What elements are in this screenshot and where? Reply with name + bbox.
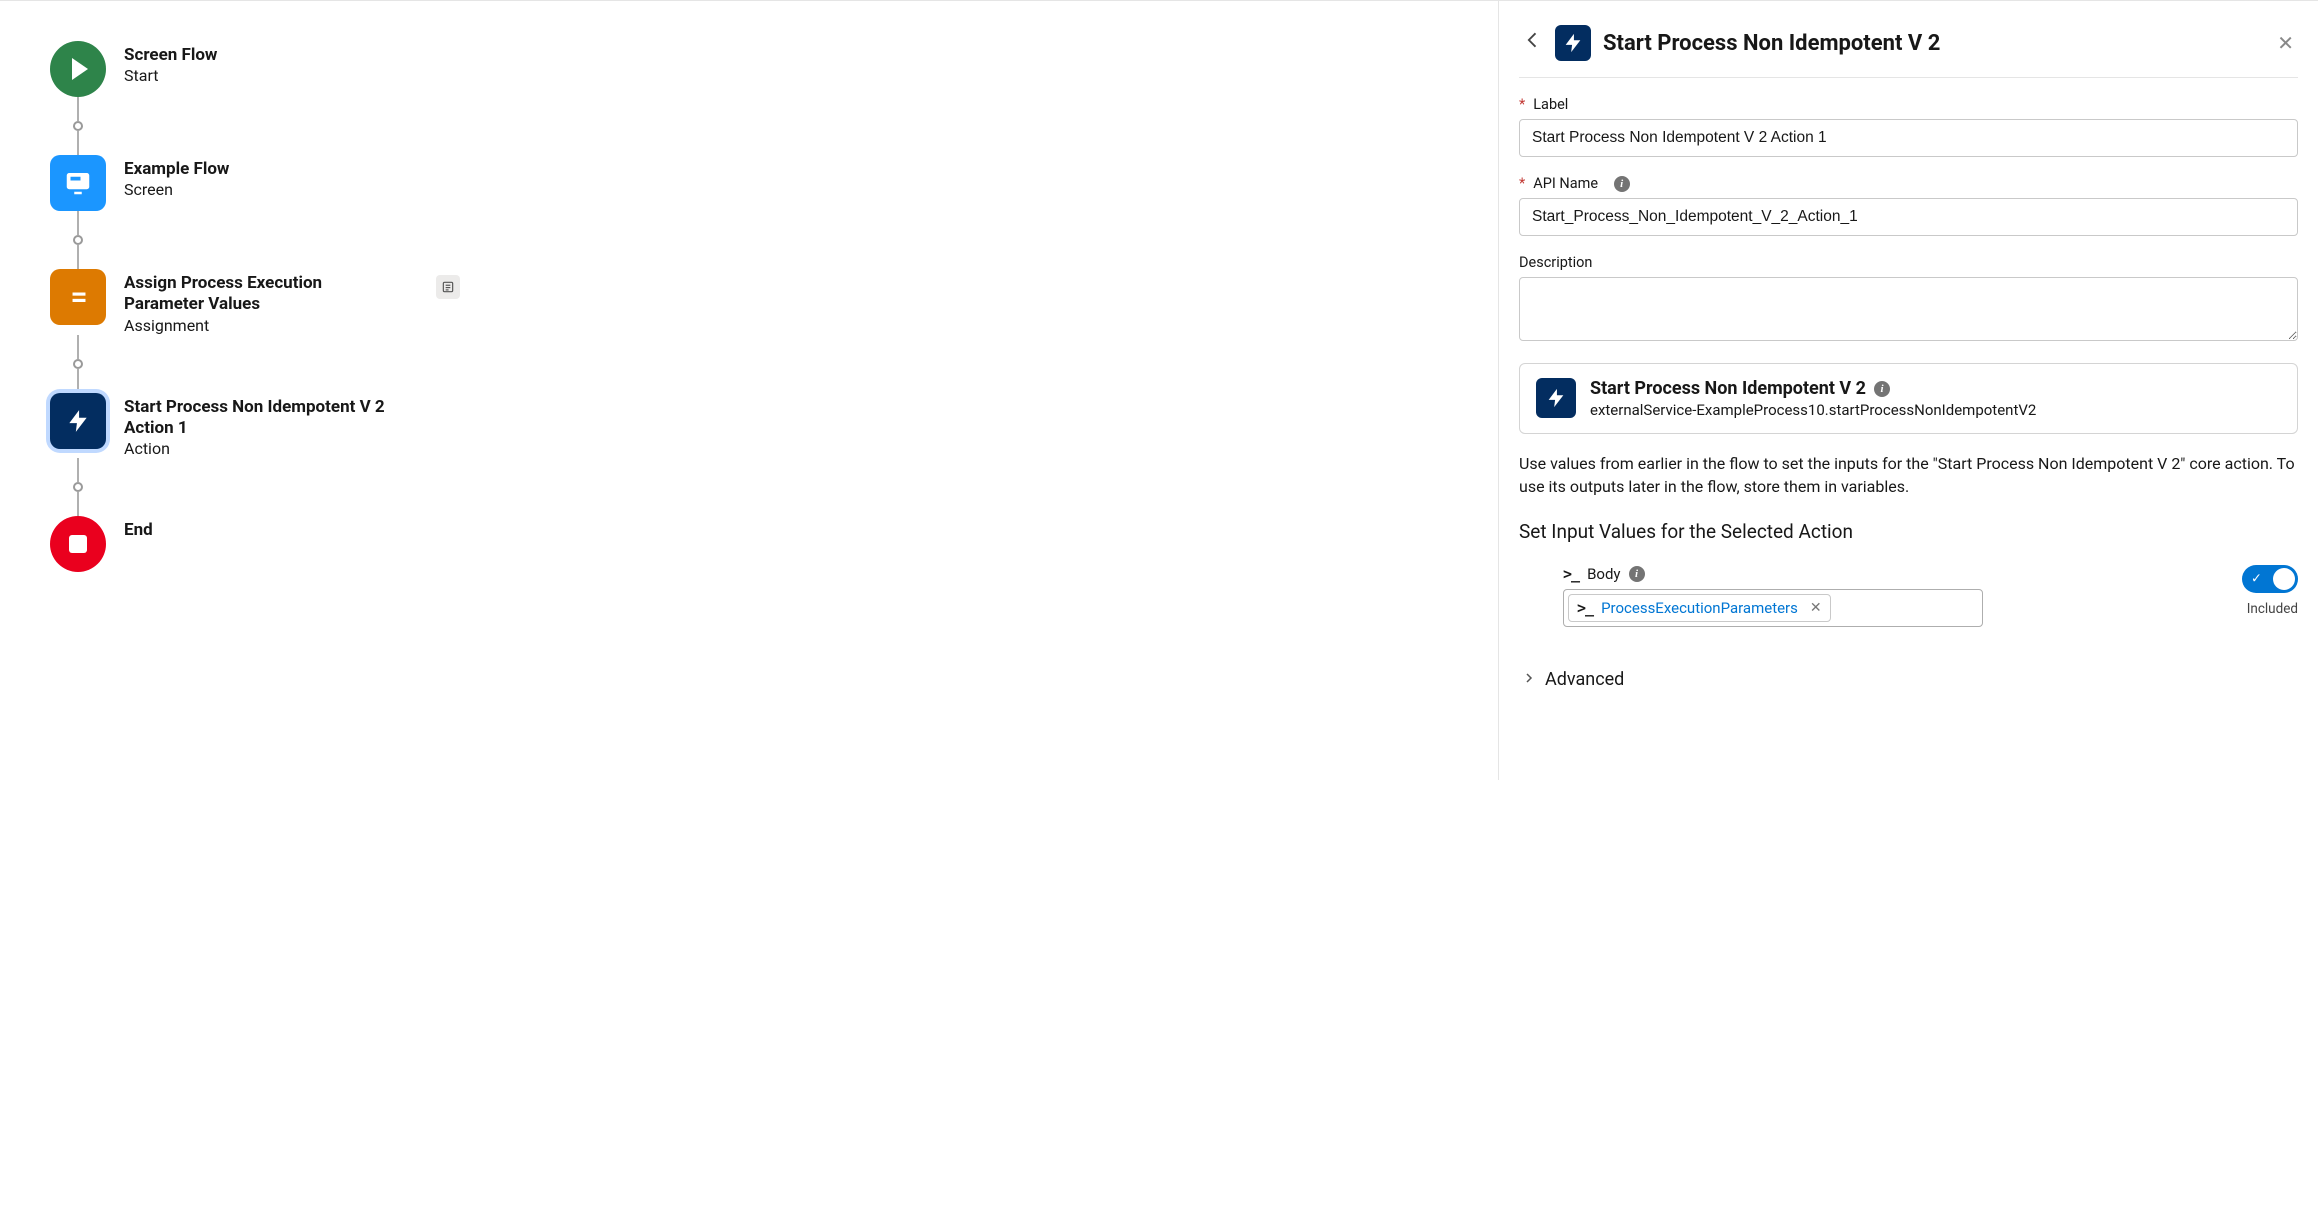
api-field-name: API Name [1533, 175, 1598, 192]
description-input[interactable] [1519, 277, 2298, 341]
terminal-icon: >_ [1577, 599, 1593, 617]
action-path: externalService-ExampleProcess10.startPr… [1590, 401, 2036, 419]
property-panel: Start Process Non Idempotent V 2 ✕ * Labe… [1498, 1, 2318, 780]
stop-icon [50, 516, 106, 572]
remove-chip-icon[interactable]: ✕ [1810, 600, 1822, 616]
panel-header: Start Process Non Idempotent V 2 ✕ [1519, 19, 2298, 78]
flow-node-start[interactable]: Screen Flow Start [50, 41, 1458, 97]
body-input[interactable]: >_ ProcessExecutionParameters ✕ [1563, 589, 1983, 627]
check-icon: ✓ [2251, 572, 2262, 587]
node-title: End [124, 520, 153, 541]
variable-chip[interactable]: >_ ProcessExecutionParameters ✕ [1568, 594, 1831, 622]
advanced-label: Advanced [1545, 669, 1624, 690]
bolt-icon [1555, 25, 1591, 61]
play-icon [50, 41, 106, 97]
connector-dot[interactable] [73, 121, 83, 131]
body-label: Body [1587, 565, 1620, 583]
node-sub: Screen [124, 180, 229, 199]
node-title: Start Process Non Idempotent V 2 Action … [124, 397, 404, 440]
label-input[interactable] [1519, 119, 2298, 157]
node-sub: Action [124, 439, 404, 458]
help-text: Use values from earlier in the flow to s… [1519, 452, 2298, 498]
node-sub: Assignment [124, 316, 404, 335]
api-name-input[interactable] [1519, 198, 2298, 236]
flow-node-end[interactable]: End [50, 516, 1458, 572]
variable-name: ProcessExecutionParameters [1601, 599, 1798, 617]
action-name: Start Process Non Idempotent V 2 [1590, 378, 1866, 399]
connector [50, 335, 106, 393]
toggle-knob [2273, 568, 2295, 590]
bolt-icon [1536, 378, 1576, 418]
panel-title: Start Process Non Idempotent V 2 [1603, 31, 2265, 56]
required-indicator: * [1519, 96, 1525, 113]
flow-node-assignment[interactable]: = Assign Process Execution Parameter Val… [50, 269, 1458, 335]
connector [50, 458, 106, 516]
node-title: Screen Flow [124, 45, 217, 66]
input-row-body: >_ Body i >_ ProcessExecutionParameters … [1519, 565, 2298, 627]
info-icon[interactable]: i [1629, 566, 1645, 582]
field-api-name: * API Name i [1519, 175, 2298, 236]
node-sub: Start [124, 66, 217, 85]
chevron-right-icon [1523, 672, 1535, 688]
node-title: Example Flow [124, 159, 229, 180]
assignment-icon: = [50, 269, 106, 325]
desc-field-name: Description [1519, 254, 1592, 271]
info-icon[interactable]: i [1874, 381, 1890, 397]
section-heading: Set Input Values for the Selected Action [1519, 520, 2298, 543]
toggle-label: Included [2242, 601, 2298, 617]
info-icon[interactable]: i [1614, 176, 1630, 192]
connector-dot[interactable] [73, 235, 83, 245]
field-label: * Label [1519, 96, 2298, 157]
connector [50, 211, 106, 269]
connector [50, 97, 106, 155]
connector-dot[interactable] [73, 359, 83, 369]
close-button[interactable]: ✕ [2277, 31, 2294, 56]
include-toggle[interactable]: ✓ [2242, 565, 2298, 593]
bolt-icon [50, 393, 106, 449]
note-icon[interactable] [436, 275, 460, 299]
field-description: Description [1519, 254, 2298, 345]
terminal-icon: >_ [1563, 565, 1579, 583]
back-button[interactable] [1523, 30, 1543, 56]
screen-icon [50, 155, 106, 211]
flow-node-action-selected[interactable]: Start Process Non Idempotent V 2 Action … [50, 393, 1458, 459]
action-card: Start Process Non Idempotent V 2 i extern… [1519, 363, 2298, 434]
advanced-section[interactable]: Advanced [1519, 669, 2298, 690]
node-title: Assign Process Execution Parameter Value… [124, 273, 404, 316]
flow-canvas[interactable]: Screen Flow Start Example Flow Screen = … [0, 1, 1498, 780]
flow-node-screen[interactable]: Example Flow Screen [50, 155, 1458, 211]
connector-dot[interactable] [73, 482, 83, 492]
required-indicator: * [1519, 175, 1525, 192]
label-field-name: Label [1533, 96, 1568, 113]
